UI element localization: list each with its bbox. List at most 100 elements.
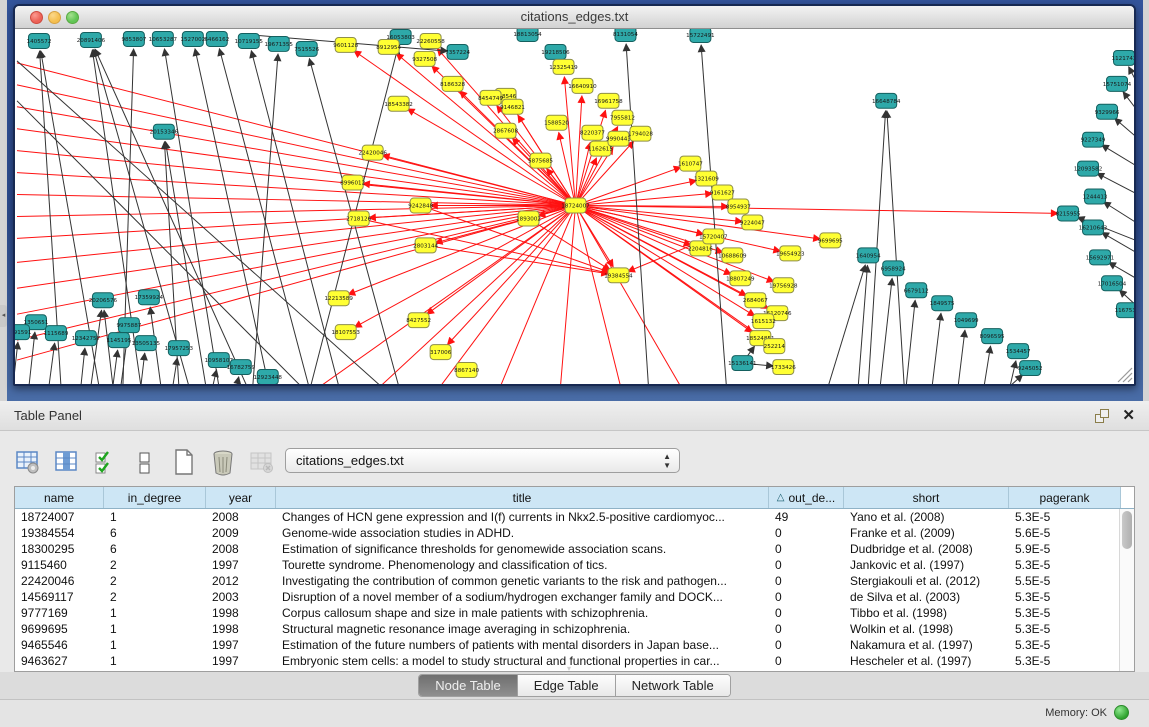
graph-node[interactable]: 16210643 <box>1079 220 1108 235</box>
table-select-dropdown[interactable]: citations_edges.txt ▲▼ <box>285 448 680 473</box>
graph-node[interactable]: 1893002 <box>516 211 541 226</box>
table-row[interactable]: 2242004622012Investigating the contribut… <box>15 573 1119 589</box>
float-panel-icon[interactable] <box>1095 409 1109 423</box>
tab-network-table[interactable]: Network Table <box>616 675 730 696</box>
graph-node[interactable]: 9224047 <box>740 215 765 230</box>
graph-node[interactable]: 8454749 <box>478 90 503 105</box>
graph-node[interactable]: 19756928 <box>769 278 798 293</box>
resize-grip-icon[interactable] <box>1118 368 1132 382</box>
graph-node[interactable]: 1794028 <box>628 126 653 141</box>
table-row[interactable]: 911546021997Tourette syndrome. Phenomeno… <box>15 557 1119 573</box>
graph-node[interactable]: 15692971 <box>1086 250 1115 265</box>
graph-node[interactable]: 1115689 <box>44 326 69 341</box>
graph-node[interactable]: 18813054 <box>513 29 542 41</box>
column-header-name[interactable]: name <box>15 487 104 508</box>
graph-node[interactable]: 9699695 <box>818 233 843 248</box>
graph-node[interactable]: 10719155 <box>235 33 264 48</box>
graph-node[interactable]: 1588520 <box>544 115 569 130</box>
graph-node[interactable]: 8215955 <box>1056 206 1081 221</box>
graph-node[interactable]: 2684067 <box>743 293 768 308</box>
table-row[interactable]: 1872400712008Changes of HCN gene express… <box>15 509 1119 525</box>
graph-node[interactable]: 12093582 <box>1074 161 1102 176</box>
graph-node[interactable]: 8912954 <box>376 39 401 54</box>
tab-edge-table[interactable]: Edge Table <box>518 675 616 696</box>
graph-node[interactable]: 1167533 <box>1115 303 1134 318</box>
graph-node[interactable]: 9227349 <box>1081 132 1106 147</box>
graph-node[interactable]: 16782759 <box>227 360 256 375</box>
graph-node[interactable]: 5875685 <box>528 153 553 168</box>
graph-node[interactable]: 8096595 <box>980 329 1005 344</box>
graph-node[interactable]: 6958924 <box>881 261 906 276</box>
graph-node[interactable]: 317006 <box>430 345 452 360</box>
graph-node[interactable]: 20891406 <box>77 32 106 47</box>
graph-node[interactable]: 20206576 <box>89 293 118 308</box>
table-settings-icon[interactable] <box>14 449 41 476</box>
graph-node[interactable]: 19384554 <box>604 268 633 283</box>
graph-node[interactable]: 19218506 <box>541 44 570 59</box>
graph-node[interactable]: 1527002 <box>180 31 205 46</box>
graph-node[interactable]: 1391591 <box>15 325 32 340</box>
graph-node[interactable]: 1849575 <box>930 296 955 311</box>
graph-node[interactable]: 15722491 <box>686 29 715 42</box>
graph-node[interactable]: 1244413 <box>1083 189 1108 204</box>
graph-node[interactable]: 19671355 <box>265 36 294 51</box>
close-panel-icon[interactable]: ✕ <box>1122 406 1135 424</box>
vertical-scrollbar[interactable] <box>1119 509 1134 671</box>
column-header-in_degree[interactable]: in_degree <box>104 487 206 508</box>
column-header-title[interactable]: title <box>276 487 769 508</box>
graph-node[interactable]: 18543382 <box>384 96 412 111</box>
graph-node[interactable]: 20153346 <box>150 124 179 139</box>
column-header-out_de[interactable]: △out_de... <box>769 487 844 508</box>
graph-node[interactable]: 22420046 <box>358 145 387 160</box>
graph-node[interactable]: 10688609 <box>718 248 747 263</box>
graph-node[interactable]: 6466162 <box>204 31 229 46</box>
graph-node[interactable]: 1405572 <box>27 33 52 48</box>
deselect-all-icon[interactable] <box>131 449 158 476</box>
graph-node[interactable]: 8220377 <box>580 125 605 140</box>
graph-node[interactable]: 13505135 <box>132 336 161 351</box>
table-row[interactable]: 946554611997Estimation of the future num… <box>15 637 1119 653</box>
graph-node[interactable]: 252214 <box>764 339 786 354</box>
graph-node[interactable]: 17957253 <box>165 341 194 356</box>
graph-node[interactable]: 9601128 <box>333 37 358 52</box>
column-header-year[interactable]: year <box>206 487 276 508</box>
graph-node[interactable]: 16640910 <box>568 78 597 93</box>
graph-node[interactable]: 1121743 <box>1112 50 1134 65</box>
graph-node[interactable]: 8186328 <box>440 76 465 91</box>
network-canvas[interactable]: 1405572208914069853807106532871527002646… <box>15 29 1134 384</box>
graph-node[interactable]: 9245052 <box>1018 361 1043 376</box>
graph-node[interactable]: 8996012 <box>340 175 365 190</box>
graph-node[interactable]: 12342757 <box>72 331 101 346</box>
graph-node[interactable]: 8867140 <box>454 363 479 378</box>
table-panel-titlebar[interactable]: Table Panel ✕ <box>0 401 1149 431</box>
graph-node[interactable]: 1610747 <box>678 156 703 171</box>
window-titlebar[interactable]: citations_edges.txt <box>15 6 1134 29</box>
graph-node[interactable]: 1534457 <box>1006 344 1031 359</box>
table-row[interactable]: 969969511998Structural magnetic resonanc… <box>15 621 1119 637</box>
graph-node[interactable]: 9853807 <box>121 31 146 46</box>
table-row[interactable]: 1830029562008Estimation of significance … <box>15 541 1119 557</box>
graph-node[interactable]: 8131054 <box>613 29 638 41</box>
graph-node[interactable]: 17359924 <box>135 290 164 305</box>
tab-node-table[interactable]: Node Table <box>419 675 518 696</box>
delete-column-trash-icon[interactable] <box>209 449 236 476</box>
memory-ok-indicator-icon[interactable] <box>1114 705 1129 720</box>
graph-node[interactable]: 18807249 <box>726 271 755 286</box>
graph-node[interactable]: 2803144 <box>413 238 438 253</box>
graph-node[interactable]: 9146821 <box>500 99 525 114</box>
graph-node[interactable]: 7357224 <box>445 44 470 59</box>
graph-node[interactable]: 17016504 <box>1098 276 1127 291</box>
select-column-icon[interactable] <box>53 449 80 476</box>
graph-node[interactable]: 1049699 <box>954 313 979 328</box>
graph-node[interactable]: 12213589 <box>324 291 353 306</box>
graph-node[interactable]: 1321609 <box>694 171 719 186</box>
splitter-handle-icon[interactable]: ▾ <box>567 664 571 673</box>
graph-node[interactable]: 22260558 <box>416 33 445 48</box>
graph-node[interactable]: 18724007 <box>561 198 590 213</box>
graph-node[interactable]: 1733426 <box>771 360 796 375</box>
graph-node[interactable]: 12923448 <box>254 370 283 384</box>
new-table-icon[interactable] <box>170 449 197 476</box>
graph-node[interactable]: 15720407 <box>699 229 728 244</box>
graph-node[interactable]: 16961758 <box>594 93 623 108</box>
graph-node[interactable]: 2867608 <box>493 123 518 138</box>
